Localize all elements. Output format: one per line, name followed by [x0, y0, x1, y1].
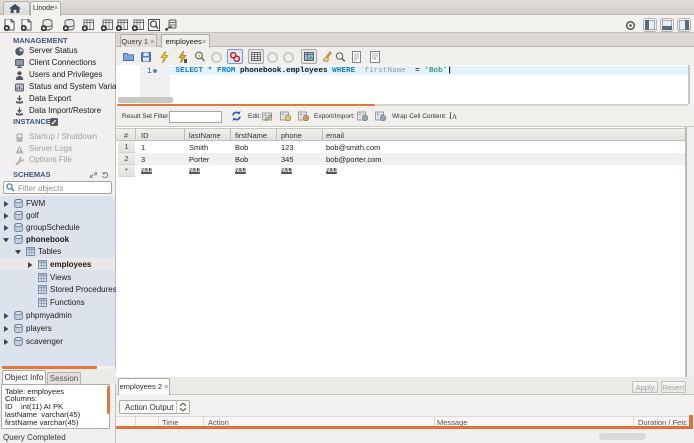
svg-text:A: A: [452, 113, 457, 121]
